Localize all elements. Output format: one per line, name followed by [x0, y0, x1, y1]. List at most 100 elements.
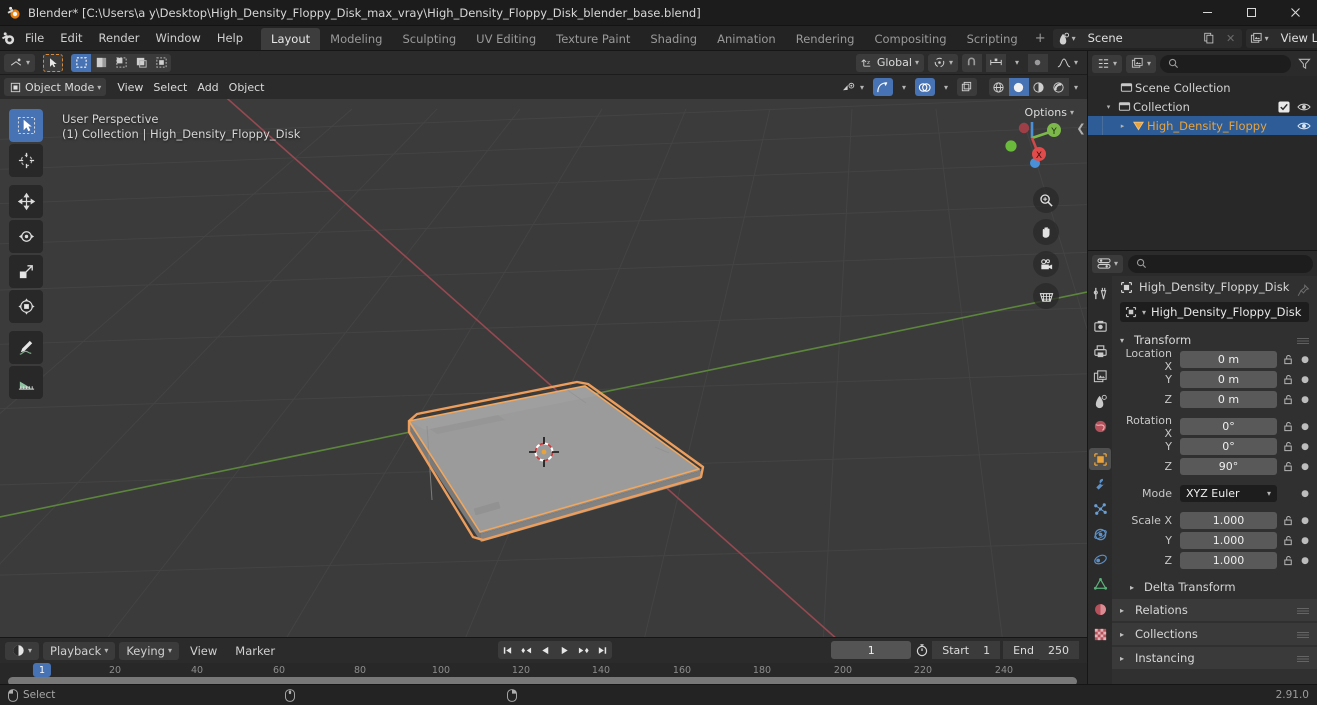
animate-property-dot[interactable]: ●	[1299, 422, 1311, 432]
camera-view-icon[interactable]	[1033, 251, 1059, 277]
timeline-editor[interactable]: ▾ Playback▾ Keying▾ View Marker ▾	[0, 637, 1087, 685]
outliner-row-scene-collection[interactable]: Scene Collection	[1088, 78, 1317, 97]
output-tab[interactable]	[1089, 340, 1111, 362]
minimize-button[interactable]	[1185, 0, 1229, 26]
lock-icon[interactable]	[1281, 394, 1295, 405]
texture-tab[interactable]	[1089, 623, 1111, 645]
tab-scripting[interactable]: Scripting	[957, 28, 1028, 50]
play-reverse-button[interactable]	[536, 641, 555, 659]
tab-sculpting[interactable]: Sculpting	[392, 28, 466, 50]
viewport-menu-object[interactable]: Object	[224, 78, 270, 96]
tweak-select-box-tool[interactable]	[9, 109, 43, 142]
viewport-menu-view[interactable]: View	[112, 78, 148, 96]
viewport-options-button[interactable]: Options ▾	[1019, 103, 1079, 122]
pan-hand-icon[interactable]	[1033, 219, 1059, 245]
scale-y-field[interactable]: 1.000	[1180, 532, 1277, 549]
object-mode-selector[interactable]: Object Mode ▾	[4, 78, 107, 96]
timeline-playhead[interactable]: 1	[32, 663, 52, 677]
animate-property-dot[interactable]: ●	[1299, 489, 1311, 499]
location-x-field[interactable]: 0 m	[1180, 351, 1277, 368]
outliner-row-collection[interactable]: ▾ Collection	[1088, 97, 1317, 116]
animate-property-dot[interactable]: ●	[1299, 395, 1311, 405]
disclosure-triangle-icon[interactable]: ▸	[1116, 122, 1129, 130]
tab-rendering[interactable]: Rendering	[786, 28, 865, 50]
rotation-x-field[interactable]: 0°	[1180, 418, 1277, 435]
relations-panel[interactable]: ▸ Relations	[1112, 599, 1317, 621]
scene-name[interactable]: Scene	[1079, 28, 1198, 48]
properties-editor-type-selector[interactable]: ▾	[1092, 254, 1124, 273]
scale-z-field[interactable]: 1.000	[1180, 552, 1277, 569]
view-layer-tab[interactable]	[1089, 365, 1111, 387]
proportional-editing-icon[interactable]	[1027, 53, 1048, 72]
view-layer-name[interactable]: View Layer	[1272, 28, 1317, 48]
material-preview-shading-icon[interactable]	[1028, 78, 1049, 96]
move-tool[interactable]	[9, 185, 43, 218]
gizmo-toggle-icon[interactable]	[872, 78, 893, 96]
delta-transform-subpanel[interactable]: ▸ Delta Transform	[1112, 577, 1317, 597]
annotate-tool[interactable]	[9, 331, 43, 364]
new-scene-button[interactable]	[1197, 28, 1220, 48]
close-button[interactable]	[1273, 0, 1317, 26]
material-tab[interactable]	[1089, 598, 1111, 620]
particles-tab[interactable]	[1089, 498, 1111, 520]
menu-window[interactable]: Window	[147, 26, 208, 50]
select-box-icon[interactable]	[71, 53, 92, 72]
timeline-menu-playback[interactable]: Playback ▾	[43, 641, 116, 660]
jump-to-start-button[interactable]	[498, 641, 517, 659]
animate-property-dot[interactable]: ●	[1299, 516, 1311, 526]
select-cursor-toggle[interactable]	[43, 53, 64, 72]
scene-icon[interactable]: ▾	[1052, 28, 1080, 48]
measure-tool[interactable]	[9, 366, 43, 399]
select-difference-icon[interactable]	[151, 53, 172, 72]
tab-uv-editing[interactable]: UV Editing	[466, 28, 546, 50]
lock-icon[interactable]	[1281, 441, 1295, 452]
scale-tool[interactable]	[9, 255, 43, 288]
view-layer-selector[interactable]: ▾ View Layer ✕	[1245, 28, 1317, 48]
lock-icon[interactable]	[1281, 515, 1295, 526]
tab-compositing[interactable]: Compositing	[864, 28, 956, 50]
tab-layout[interactable]: Layout	[261, 28, 321, 50]
tab-shading[interactable]: Shading	[640, 28, 707, 50]
animate-property-dot[interactable]: ●	[1299, 375, 1311, 385]
current-frame-field[interactable]: 1	[831, 641, 912, 659]
menu-help[interactable]: Help	[209, 26, 251, 50]
properties-editor[interactable]: ▾ High_Density_Floppy_Disk ▾ High_Densit…	[1087, 250, 1317, 684]
timeline-editor-type-selector[interactable]: ▾	[5, 641, 40, 660]
animate-property-dot[interactable]: ●	[1299, 442, 1311, 452]
animate-property-dot[interactable]: ●	[1299, 355, 1311, 365]
outliner-editor-type-selector[interactable]: ▾	[1092, 54, 1123, 73]
gizmo-dropdown[interactable]: ▾	[897, 78, 911, 96]
transform-tool[interactable]	[9, 290, 43, 323]
properties-search-input[interactable]	[1128, 254, 1313, 273]
instancing-panel[interactable]: ▸ Instancing	[1112, 647, 1317, 669]
tab-animation[interactable]: Animation	[707, 28, 786, 50]
collections-panel[interactable]: ▸ Collections	[1112, 623, 1317, 645]
object-tab[interactable]	[1089, 448, 1111, 470]
3d-viewport[interactable]: ▾ z Global ▾ ▾ ▾ ▾ Object Mode ▾ View Se…	[0, 51, 1087, 637]
blender-menu-icon[interactable]	[0, 26, 17, 50]
previous-keyframe-button[interactable]	[517, 641, 536, 659]
filter-icon[interactable]	[1295, 57, 1313, 70]
lock-icon[interactable]	[1281, 555, 1295, 566]
constraints-tab[interactable]	[1089, 548, 1111, 570]
maximize-button[interactable]	[1229, 0, 1273, 26]
viewport-canvas[interactable]	[0, 99, 1087, 637]
transform-orientation-selector[interactable]: z Global ▾	[855, 53, 924, 72]
timeline-menu-view[interactable]: View	[183, 642, 224, 660]
jump-to-end-button[interactable]	[593, 641, 612, 659]
tab-texture-paint[interactable]: Texture Paint	[546, 28, 640, 50]
outliner-row-object[interactable]: ▸ High_Density_Floppy	[1088, 116, 1317, 135]
next-keyframe-button[interactable]	[574, 641, 593, 659]
outliner-search-input[interactable]	[1160, 54, 1291, 73]
remove-scene-button[interactable]: ✕	[1219, 28, 1242, 48]
render-tab[interactable]	[1089, 315, 1111, 337]
location-y-field[interactable]: 0 m	[1180, 371, 1277, 388]
viewport-menu-select[interactable]: Select	[148, 78, 192, 96]
timeline-ruler[interactable]: 20 40 60 80 100 120 140 160 180 200 220 240 1	[0, 663, 1087, 685]
scale-x-field[interactable]: 1.000	[1180, 512, 1277, 529]
outliner-editor[interactable]: ▾ ▾ Scene Collection ▾ Collection ▸ High…	[1087, 51, 1317, 250]
proportional-falloff-icon[interactable]: ▾	[1052, 54, 1083, 72]
timeline-menu-marker[interactable]: Marker	[228, 642, 282, 660]
lock-icon[interactable]	[1281, 461, 1295, 472]
scene-selector[interactable]: ▾ Scene ✕	[1052, 28, 1242, 48]
